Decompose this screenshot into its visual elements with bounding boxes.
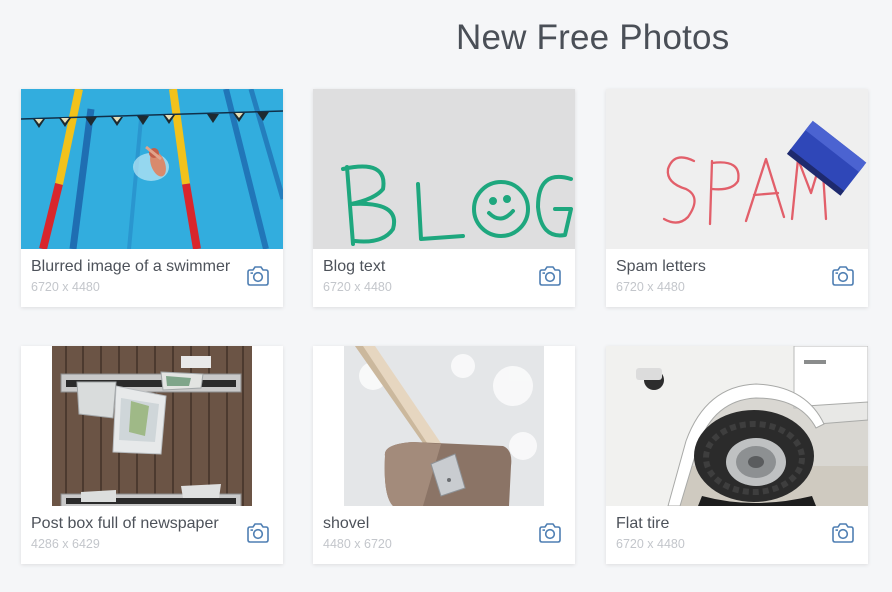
photo-card[interactable]: Post box full of newspaper 4286 x 6429: [21, 346, 283, 564]
camera-icon[interactable]: [538, 522, 562, 544]
photo-thumbnail[interactable]: [21, 89, 283, 249]
photo-title[interactable]: Blog text: [323, 258, 385, 276]
camera-icon[interactable]: [831, 265, 855, 287]
photo-dimensions: 6720 x 4480: [616, 537, 685, 551]
camera-icon[interactable]: [538, 265, 562, 287]
photo-dimensions: 4286 x 6429: [31, 537, 100, 551]
photo-dimensions: 6720 x 4480: [616, 280, 685, 294]
photo-dimensions: 6720 x 4480: [31, 280, 100, 294]
photo-dimensions: 4480 x 6720: [323, 537, 392, 551]
photo-card[interactable]: Spam letters 6720 x 4480: [606, 89, 868, 307]
camera-icon[interactable]: [831, 522, 855, 544]
photo-card[interactable]: Flat tire 6720 x 4480: [606, 346, 868, 564]
photo-card[interactable]: Blog text 6720 x 4480: [313, 89, 575, 307]
photo-title[interactable]: Spam letters: [616, 258, 706, 276]
photo-card[interactable]: shovel 4480 x 6720: [313, 346, 575, 564]
photo-thumbnail[interactable]: [606, 89, 868, 249]
page-title: New Free Photos: [456, 18, 730, 57]
photo-title[interactable]: Blurred image of a swimmer: [31, 258, 230, 276]
photo-thumbnail[interactable]: [313, 89, 575, 249]
photo-thumbnail[interactable]: [606, 346, 868, 506]
photo-card[interactable]: Blurred image of a swimmer 6720 x 4480: [21, 89, 283, 307]
photo-thumbnail[interactable]: [313, 346, 575, 506]
photo-title[interactable]: Flat tire: [616, 515, 669, 533]
photo-title[interactable]: Post box full of newspaper: [31, 515, 219, 533]
photo-title[interactable]: shovel: [323, 515, 369, 533]
camera-icon[interactable]: [246, 522, 270, 544]
camera-icon[interactable]: [246, 265, 270, 287]
photo-dimensions: 6720 x 4480: [323, 280, 392, 294]
photo-thumbnail[interactable]: [21, 346, 283, 506]
